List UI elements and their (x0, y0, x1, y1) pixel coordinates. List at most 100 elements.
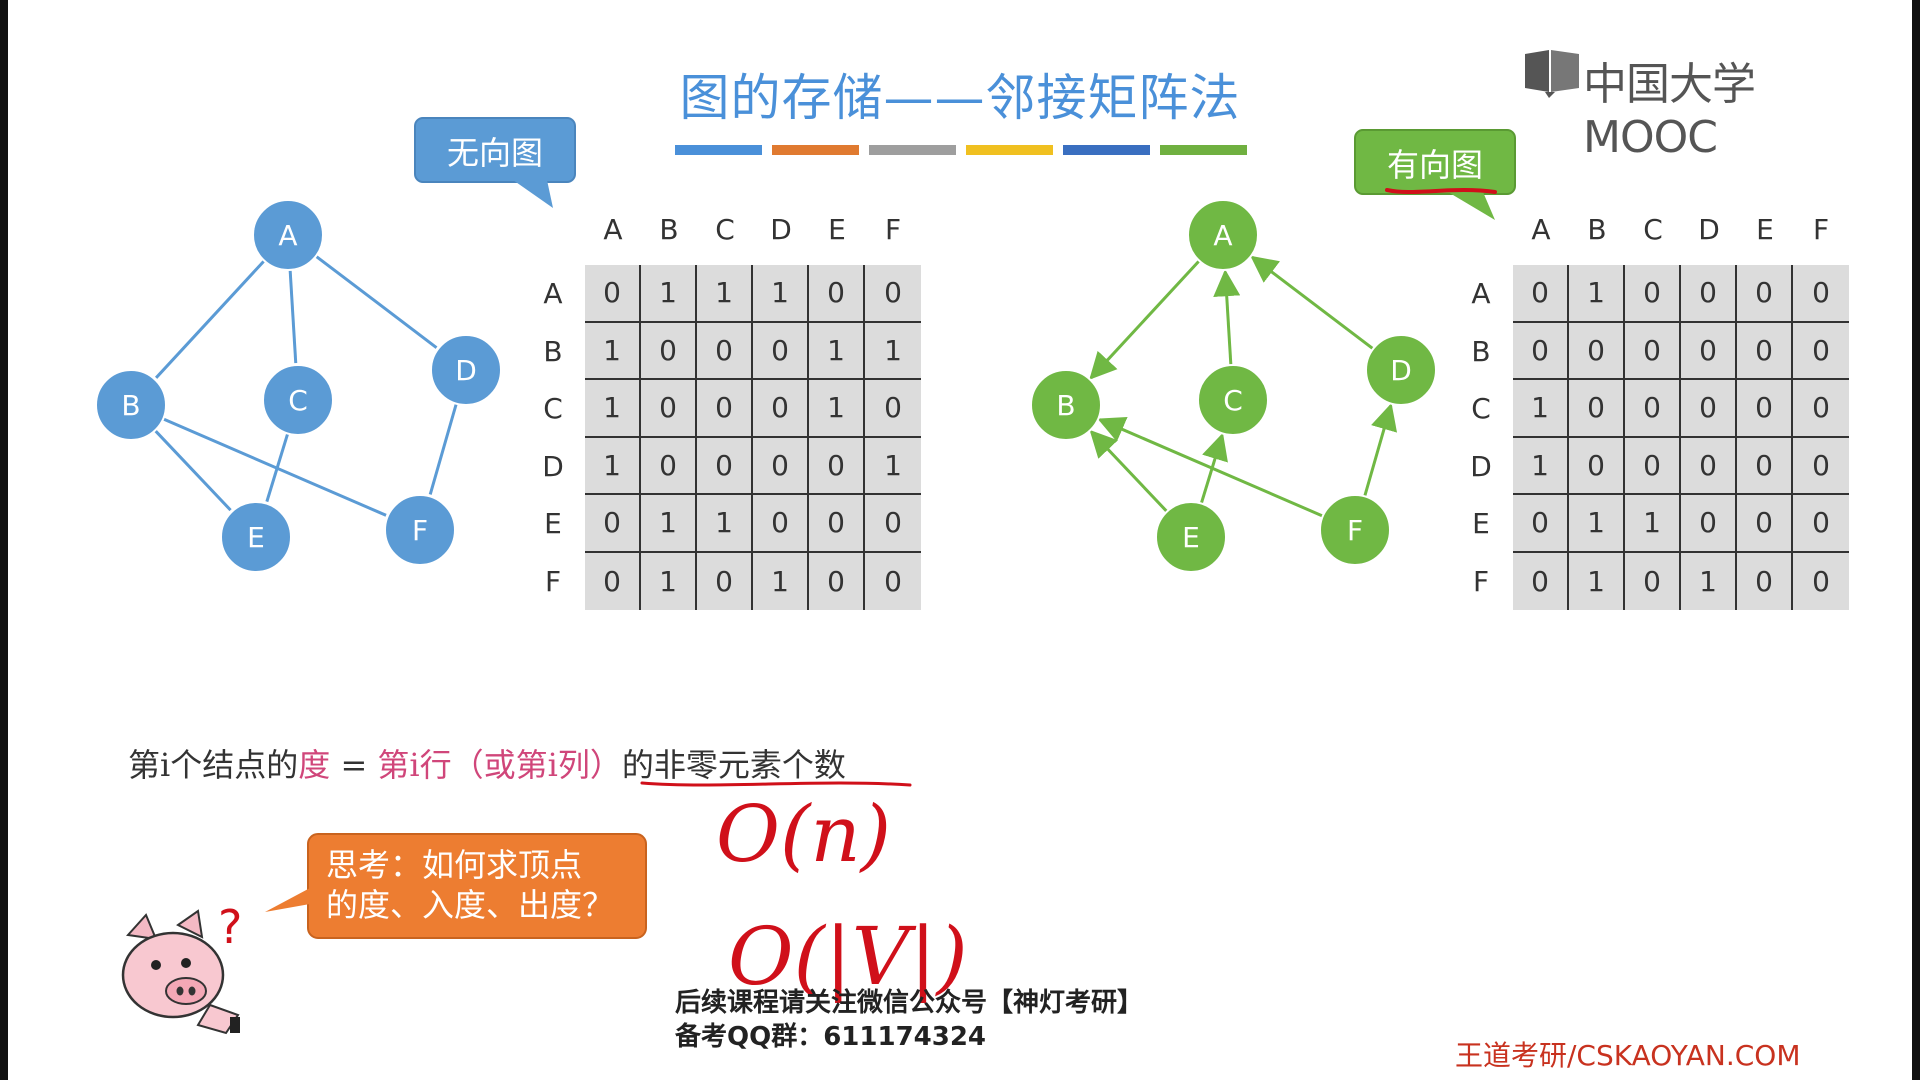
matrix-cell: 0 (1737, 265, 1793, 323)
node-f: F (384, 494, 456, 566)
title-bar-segment (675, 145, 762, 155)
matrix-cell: 1 (809, 322, 865, 380)
matrix-cell: 0 (641, 380, 697, 438)
matrix-cell: 1 (1569, 552, 1625, 610)
node-b: B (95, 369, 167, 441)
node-b: B (1030, 369, 1102, 441)
matrix-cell: 0 (809, 552, 865, 610)
matrix-col-header: E (828, 213, 846, 246)
matrix-cell: 0 (865, 495, 921, 553)
matrix-grid: 011100100011100010100001011000010100 (585, 265, 921, 610)
node-f: F (1319, 494, 1391, 566)
matrix-row-header: F (1472, 564, 1490, 598)
arc-f-b (1097, 416, 1324, 518)
matrix-cell: 0 (865, 265, 921, 323)
node-label: A (1213, 219, 1232, 252)
matrix-cell: 0 (865, 380, 921, 438)
matrix-cell: 0 (1737, 495, 1793, 553)
matrix-cell: 1 (1681, 552, 1737, 610)
matrix-cell: 0 (1513, 322, 1569, 380)
matrix-cell: 0 (1793, 265, 1849, 323)
node-d: D (430, 334, 502, 406)
undirected-callout-label: 无向图 (446, 134, 543, 172)
matrix-cell: 0 (1625, 437, 1681, 495)
matrix-cell: 0 (1793, 495, 1849, 553)
matrix-grid: 010000000000100000100000011000010100 (1513, 265, 1849, 610)
node-e: E (1155, 501, 1227, 573)
arc-f-d (1363, 402, 1398, 497)
matrix-cell: 0 (753, 322, 809, 380)
node-label: F (1347, 514, 1363, 547)
svg-text:?: ? (218, 905, 242, 954)
matrix-row-header: C (543, 392, 563, 425)
matrix-row-header: E (1472, 507, 1490, 540)
node-label: D (1390, 354, 1412, 387)
title-bar-segment (1063, 145, 1150, 155)
formula-part-1: 第i个结点的 (128, 746, 299, 784)
edge-d-f (428, 403, 458, 495)
matrix-cell: 0 (697, 322, 753, 380)
node-label: B (121, 389, 140, 422)
arc-a-b (1089, 259, 1201, 380)
matrix-cell: 0 (1793, 438, 1849, 495)
node-a: A (252, 199, 324, 271)
matrix-col-header: E (1756, 213, 1774, 246)
matrix-cell: 0 (1793, 380, 1849, 438)
matrix-cell: 0 (641, 322, 697, 380)
matrix-col-header: B (659, 213, 679, 246)
matrix-cell: 0 (1569, 322, 1625, 380)
footer-qq-line: 备考QQ群：611174324 (675, 1022, 987, 1052)
matrix-cell: 0 (1513, 552, 1569, 610)
matrix-row-header: D (542, 449, 564, 483)
matrix-cell: 1 (641, 265, 697, 323)
node-d: D (1365, 334, 1437, 406)
matrix-cell: 0 (1569, 380, 1625, 438)
matrix-cell: 1 (1513, 380, 1569, 438)
matrix-row-header: E (544, 507, 562, 540)
footer-wechat-line: 后续课程请关注微信公众号【神灯考研】 (675, 988, 1144, 1018)
handwritten-on: O(n) (716, 790, 892, 880)
directed-graph: A B C D E F (1030, 199, 1437, 573)
matrix-cell: 0 (809, 437, 865, 495)
matrix-cell: 0 (641, 437, 697, 495)
matrix-cell: 0 (809, 265, 865, 323)
matrix-cell: 1 (1625, 495, 1681, 553)
matrix-cell: 0 (1681, 495, 1737, 553)
edge-a-d (314, 254, 438, 349)
matrix-cell: 0 (1737, 552, 1793, 610)
matrix-row-header: F (544, 564, 562, 598)
matrix-col-header: F (884, 213, 902, 246)
think-bubble-line-2: 的度、入度、出度？ (326, 886, 615, 924)
edge-c-e (265, 433, 290, 503)
matrix-cell: 0 (1737, 437, 1793, 495)
mooc-logo: 中国大学MOOC (1523, 46, 1883, 163)
node-label: F (412, 514, 428, 547)
matrix-cell: 1 (585, 437, 641, 495)
node-label: C (1223, 384, 1243, 417)
node-label: E (1182, 521, 1200, 554)
matrix-cell: 1 (753, 265, 809, 323)
mooc-logo-text: 中国大学MOOC (1583, 59, 1756, 163)
matrix-col-header: D (770, 213, 792, 246)
matrix-cell: 0 (1681, 265, 1737, 323)
matrix-cell: 0 (697, 380, 753, 438)
matrix-cell: 0 (1681, 380, 1737, 438)
mooc-book-icon (1525, 50, 1579, 98)
matrix-cell: 1 (1569, 495, 1625, 553)
matrix-cell: 0 (1513, 265, 1569, 323)
node-label: E (247, 521, 265, 554)
matrix-cell: 0 (753, 380, 809, 438)
matrix-cell: 1 (585, 380, 641, 438)
matrix-cell: 0 (1812, 564, 1830, 598)
formula-degree: 度 (298, 746, 331, 784)
matrix-cell: 1 (585, 322, 641, 380)
matrix-row-header: A (543, 277, 563, 310)
title-bar-segment (772, 145, 859, 155)
formula-equals: = (330, 746, 378, 784)
matrix-row-header: B (543, 334, 563, 368)
matrix-cell: 0 (697, 552, 753, 610)
title-bar-segment (966, 145, 1053, 155)
node-c: C (262, 364, 334, 436)
matrix-cell: 1 (697, 495, 753, 553)
matrix-cell: 0 (753, 437, 809, 495)
